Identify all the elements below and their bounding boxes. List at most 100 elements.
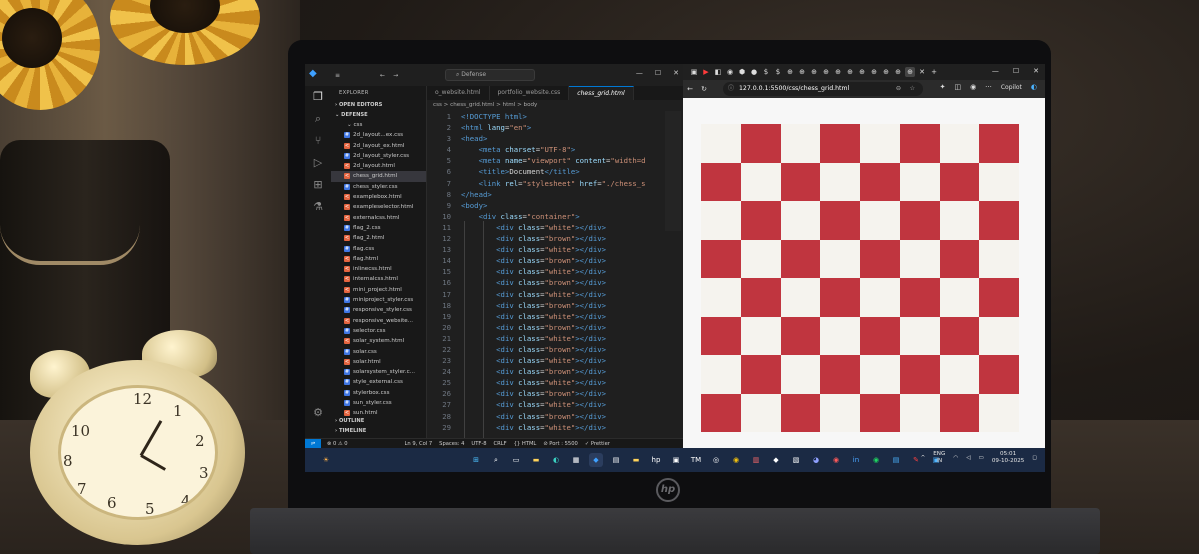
- file-item[interactable]: < flag_2.html: [331, 233, 426, 243]
- file-item[interactable]: # miniproject_styler.css: [331, 295, 426, 305]
- code-line[interactable]: 25 <div class="white"></div>: [427, 377, 683, 388]
- file-item[interactable]: # selector.css: [331, 326, 426, 336]
- app-icon[interactable]: ▤: [609, 453, 623, 467]
- run-debug-icon[interactable]: ▷: [305, 152, 331, 174]
- globe-tab-icon[interactable]: ⊕: [857, 67, 867, 77]
- file-item[interactable]: # solarsystem_styler.c...: [331, 367, 426, 377]
- youtube-tab-icon[interactable]: ▶: [701, 67, 711, 77]
- zoom-icon[interactable]: ⊖: [896, 82, 901, 96]
- folder-defense[interactable]: ⌄ DEFENSE: [331, 110, 426, 120]
- file-item[interactable]: < internalcss.html: [331, 274, 426, 284]
- code-editor[interactable]: 1 <!DOCTYPE html> 2 <html lang="en"> 3 <head>…: [427, 111, 683, 438]
- file-item[interactable]: < solar.html: [331, 357, 426, 367]
- tab-chess-grid[interactable]: chess_grid.html: [569, 86, 634, 100]
- outline-section[interactable]: › OUTLINE: [331, 416, 364, 426]
- command-center-search[interactable]: ⌕ Defense: [445, 69, 535, 81]
- code-line[interactable]: 4 <meta charset="UTF-8">: [427, 144, 683, 155]
- battery-icon[interactable]: ▭: [979, 455, 984, 461]
- extensions-icon[interactable]: ✦: [940, 83, 946, 91]
- more-options-icon[interactable]: ···: [985, 83, 992, 91]
- folder-icon[interactable]: ▬: [629, 453, 643, 467]
- file-item[interactable]: # sun_styler.css: [331, 398, 426, 408]
- code-line[interactable]: 6 <title>Document</title>: [427, 166, 683, 177]
- file-explorer-icon[interactable]: ▬: [529, 453, 543, 467]
- cursor-position[interactable]: Ln 9, Col 7: [405, 441, 433, 447]
- maximize-button[interactable]: ☐: [655, 69, 661, 77]
- code-line[interactable]: 21 <div class="white"></div>: [427, 333, 683, 344]
- code-line[interactable]: 19 <div class="white"></div>: [427, 311, 683, 322]
- file-item[interactable]: < flag.html: [331, 254, 426, 264]
- volume-icon[interactable]: ◁: [966, 455, 970, 461]
- menu-icon[interactable]: ≡: [335, 72, 340, 79]
- back-icon[interactable]: ←: [683, 85, 697, 93]
- chrome-icon[interactable]: ◉: [729, 453, 743, 467]
- close-button[interactable]: ✕: [673, 69, 679, 77]
- code-line[interactable]: 3 <head>: [427, 133, 683, 144]
- app-icon[interactable]: ▣: [669, 453, 683, 467]
- file-item[interactable]: < exampleselector.html: [331, 202, 426, 212]
- browser-minimize-button[interactable]: —: [992, 67, 999, 75]
- app-icon[interactable]: ▤: [889, 453, 903, 467]
- spotify-icon[interactable]: ◉: [869, 453, 883, 467]
- code-line[interactable]: 14 <div class="brown"></div>: [427, 255, 683, 266]
- file-item[interactable]: < mini_project.html: [331, 285, 426, 295]
- extensions-icon[interactable]: ⊞: [305, 174, 331, 196]
- code-line[interactable]: 28 <div class="brown"></div>: [427, 411, 683, 422]
- nav-back-icon[interactable]: ←: [380, 72, 385, 79]
- github-tab-icon[interactable]: ●: [749, 67, 759, 77]
- minimize-button[interactable]: —: [636, 69, 643, 77]
- language-mode[interactable]: {} HTML: [514, 441, 537, 447]
- tab-website-html[interactable]: o_website.html: [427, 86, 490, 100]
- file-item[interactable]: < examplebox.html: [331, 192, 426, 202]
- explorer-icon[interactable]: ❐: [305, 86, 331, 108]
- globe-tab-icon[interactable]: ⊕: [833, 67, 843, 77]
- globe-tab-icon[interactable]: ⊕: [821, 67, 831, 77]
- favorite-star-icon[interactable]: ☆: [909, 82, 915, 96]
- refresh-icon[interactable]: ↻: [697, 85, 711, 93]
- tab-icon[interactable]: ⬢: [737, 67, 747, 77]
- file-item[interactable]: <2d_layout_ex.html: [331, 141, 426, 151]
- globe-tab-icon[interactable]: ⊕: [845, 67, 855, 77]
- file-item[interactable]: < inlinecss.html: [331, 264, 426, 274]
- globe-tab-icon[interactable]: ⊕: [809, 67, 819, 77]
- profile-icon[interactable]: ◉: [970, 83, 976, 91]
- file-item[interactable]: #2d_layout...ex.css: [331, 130, 426, 140]
- hp-app-icon[interactable]: hp: [649, 453, 663, 467]
- minimap[interactable]: [665, 111, 681, 231]
- start-button-icon[interactable]: ⊞: [469, 453, 483, 467]
- file-item[interactable]: # stylerbox.css: [331, 388, 426, 398]
- tab-actions-icon[interactable]: ▣: [689, 67, 699, 77]
- globe-tab-icon[interactable]: ⊕: [797, 67, 807, 77]
- code-line[interactable]: 23 <div class="white"></div>: [427, 355, 683, 366]
- code-line[interactable]: 22 <div class="brown"></div>: [427, 344, 683, 355]
- tab-icon[interactable]: ◧: [713, 67, 723, 77]
- file-item[interactable]: # flag.css: [331, 244, 426, 254]
- code-line[interactable]: 2 <html lang="en">: [427, 122, 683, 133]
- widgets-icon[interactable]: ☀: [319, 453, 333, 467]
- file-item[interactable]: < responsive_website...: [331, 316, 426, 326]
- active-tab-icon[interactable]: ⊕: [905, 67, 915, 77]
- file-item[interactable]: <2d_layout.html: [331, 161, 426, 171]
- app-icon[interactable]: ◆: [769, 453, 783, 467]
- globe-tab-icon[interactable]: ⊕: [893, 67, 903, 77]
- file-item[interactable]: # solar.css: [331, 347, 426, 357]
- file-item[interactable]: < externalcss.html: [331, 213, 426, 223]
- timeline-section[interactable]: › TIMELINE: [331, 426, 366, 436]
- edge-icon[interactable]: ◐: [549, 453, 563, 467]
- notification-icon[interactable]: ◻: [1032, 455, 1037, 461]
- code-line[interactable]: 12 <div class="brown"></div>: [427, 233, 683, 244]
- file-item[interactable]: # style_external.css: [331, 377, 426, 387]
- code-line[interactable]: 5 <meta name="viewport" content="width=d: [427, 155, 683, 166]
- search-icon[interactable]: ⌕: [305, 108, 331, 130]
- code-line[interactable]: 7 <link rel="stylesheet" href="./chess_s: [427, 178, 683, 189]
- file-item[interactable]: < chess_grid.html: [331, 171, 426, 182]
- tab-icon[interactable]: $: [773, 67, 783, 77]
- language-indicator[interactable]: ENG IN: [933, 451, 945, 465]
- code-line[interactable]: 26 <div class="brown"></div>: [427, 388, 683, 399]
- discord-icon[interactable]: ◕: [809, 453, 823, 467]
- code-line[interactable]: 15 <div class="white"></div>: [427, 266, 683, 277]
- prettier-status[interactable]: ✓ Prettier: [585, 441, 610, 447]
- code-line[interactable]: 10 <div class="container">: [427, 211, 683, 222]
- app-icon[interactable]: ▥: [749, 453, 763, 467]
- split-screen-icon[interactable]: ◫: [954, 83, 961, 91]
